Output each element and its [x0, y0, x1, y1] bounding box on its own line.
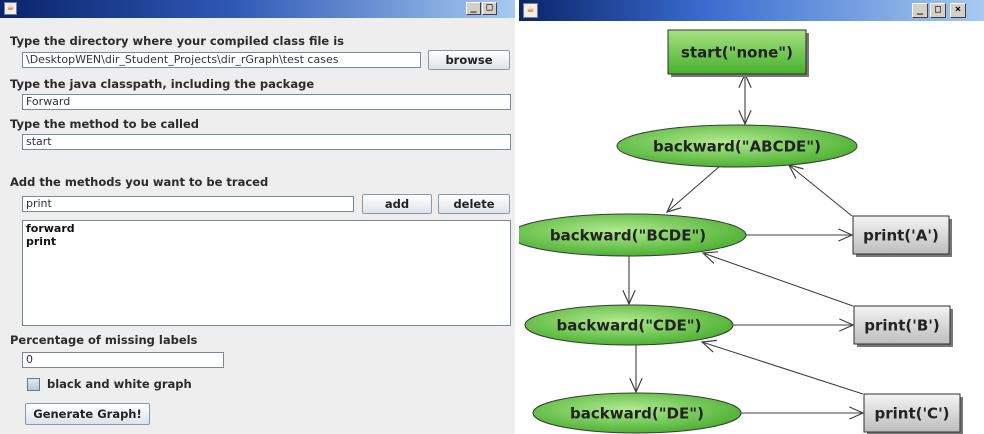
graph-edge-b2-b3 [622, 256, 636, 306]
graph-node-b3[interactable]: backward("CDE") [524, 304, 734, 346]
add-button[interactable]: add [362, 194, 432, 214]
missing-labels-input[interactable]: 0 [22, 352, 224, 368]
browse-button[interactable]: browse [428, 50, 510, 70]
traced-method-input[interactable]: print [22, 196, 354, 212]
bw-graph-checkbox[interactable] [27, 378, 40, 391]
missing-labels-label: Percentage of missing labels [10, 333, 198, 347]
classpath-input[interactable]: Forward [22, 94, 511, 110]
edge-line [702, 252, 854, 307]
graph-edge-b4-pC [738, 406, 865, 420]
java-cup-icon: ☕ [4, 2, 17, 15]
graph-node-b1[interactable]: backward("ABCDE") [616, 124, 858, 168]
list-item[interactable]: forward [26, 222, 507, 235]
graph-node-b2[interactable]: backward("BCDE") [519, 213, 747, 257]
traced-methods-list[interactable]: forward print [22, 220, 511, 326]
graph-window: ☕ _ □ × start("none") backward("ABCDE") ba… [519, 0, 984, 434]
node-label: backward("ABCDE") [653, 138, 821, 156]
node-label: backward("BCDE") [550, 227, 706, 245]
graph-edge-pB-b2 [701, 251, 854, 307]
minimize-button[interactable]: _ [466, 2, 481, 15]
node-label: print('A') [863, 227, 939, 245]
graph-node-pC[interactable]: print('C') [863, 393, 963, 434]
graph-edge-b1-b2 [665, 165, 721, 213]
node-label: print('C') [874, 405, 949, 423]
directory-label: Type the directory where your compiled c… [10, 34, 344, 48]
node-label: backward("DE") [570, 405, 704, 423]
graph-node-pB[interactable]: print('B') [853, 305, 953, 347]
edge-line [701, 341, 864, 395]
graph-node-start[interactable]: start("none") [667, 29, 809, 77]
list-item[interactable]: print [26, 235, 507, 248]
graph-edge-b2-pA [744, 228, 854, 242]
traced-methods-label: Add the methods you want to be traced [10, 175, 269, 189]
call-graph: start("none") backward("ABCDE") backward("… [519, 29, 963, 434]
graph-edge-start-b1 [738, 72, 752, 126]
maximize-button[interactable]: □ [482, 2, 497, 15]
tracer-config-window: ☕ _ □ Type the directory where your comp… [0, 0, 515, 434]
delete-button[interactable]: delete [438, 194, 510, 214]
graph-edge-b3-pB [731, 318, 855, 332]
left-titlebar[interactable]: ☕ _ □ [0, 0, 515, 18]
classpath-label: Type the java classpath, including the p… [10, 77, 315, 91]
node-label: backward("CDE") [557, 317, 702, 335]
method-label: Type the method to be called [10, 117, 200, 131]
node-label: print('B') [864, 317, 939, 335]
method-input[interactable]: start [22, 134, 511, 150]
bw-graph-label: black and white graph [47, 377, 192, 391]
graph-node-pA[interactable]: print('A') [852, 215, 952, 257]
generate-graph-button[interactable]: Generate Graph! [25, 403, 150, 425]
node-label: start("none") [681, 44, 793, 62]
edge-line [666, 165, 721, 213]
graph-node-b4[interactable]: backward("DE") [532, 392, 742, 434]
edge-line [788, 164, 853, 217]
directory-input[interactable]: \DesktopWEN\dir_Student_Projects\dir_rGr… [22, 52, 421, 68]
graph-edge-pA-b1 [787, 164, 853, 217]
graph-edge-pC-b3 [700, 339, 864, 395]
graph-edge-b3-b4 [629, 345, 643, 394]
